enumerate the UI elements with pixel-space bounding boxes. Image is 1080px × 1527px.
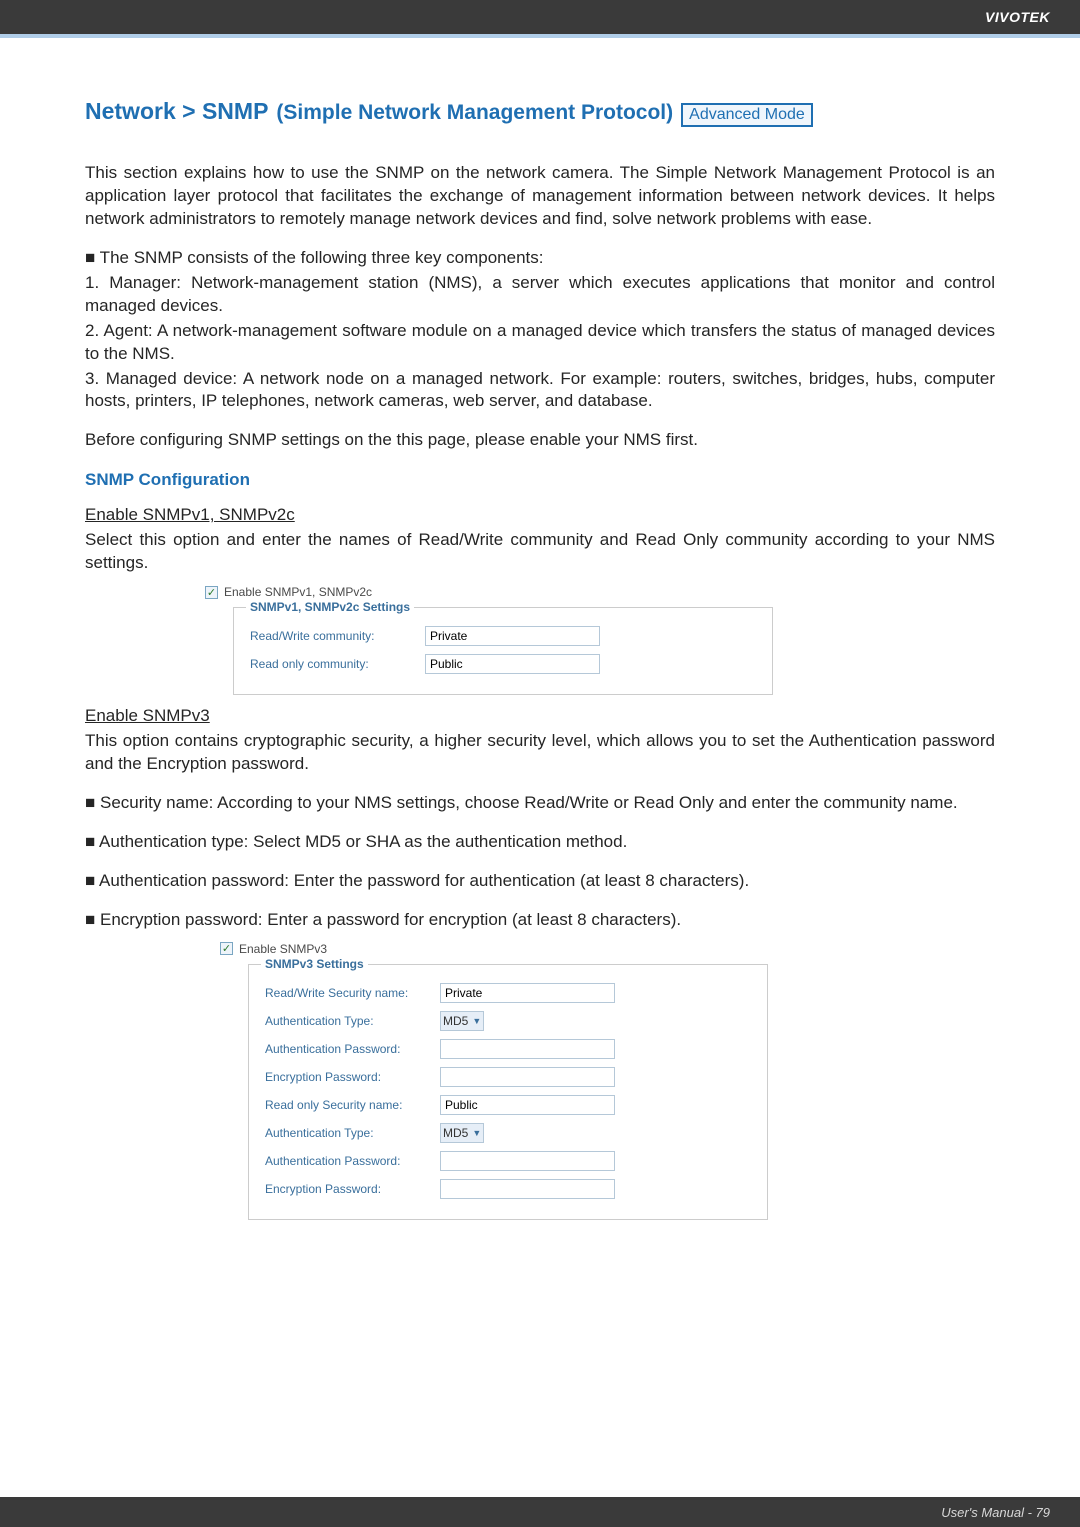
snmp-v3-panel: ✓ Enable SNMPv3 SNMPv3 Settings Read/Wri…	[220, 942, 995, 1220]
ro-security-name-label: Read only Security name:	[265, 1098, 430, 1112]
v3-fieldset: SNMPv3 Settings Read/Write Security name…	[248, 964, 768, 1220]
auth-password-label-2: Authentication Password:	[265, 1154, 430, 1168]
component-item-3: 3. Managed device: A network node on a m…	[85, 368, 995, 414]
enc-password-row-1: Encryption Password:	[265, 1067, 751, 1087]
auth-password-row-1: Authentication Password:	[265, 1039, 751, 1059]
v1v2c-fieldset: SNMPv1, SNMPv2c Settings Read/Write comm…	[233, 607, 773, 695]
chevron-down-icon: ▼	[472, 1128, 481, 1138]
ro-security-name-row: Read only Security name:	[265, 1095, 751, 1115]
v3-bullet-enc-password: ■ Encryption password: Enter a password …	[85, 909, 995, 932]
checkbox-checked-icon[interactable]: ✓	[205, 586, 218, 599]
footer-page-label: User's Manual - 79	[941, 1505, 1050, 1520]
v3-bullet-auth-password: ■ Authentication password: Enter the pas…	[85, 870, 995, 893]
ro-community-label: Read only community:	[250, 657, 415, 671]
auth-type-label-2: Authentication Type:	[265, 1126, 430, 1140]
enable-v1v2c-desc: Select this option and enter the names o…	[85, 529, 995, 575]
enable-v3-heading: Enable SNMPv3	[85, 705, 995, 728]
enc-password-input-1[interactable]	[440, 1067, 615, 1087]
enable-v3-checkbox-row[interactable]: ✓ Enable SNMPv3	[220, 942, 995, 956]
page-title-sub: (Simple Network Management Protocol)	[276, 101, 673, 125]
auth-type-value-2: MD5	[443, 1126, 468, 1140]
auth-type-row-1: Authentication Type: MD5 ▼	[265, 1011, 751, 1031]
component-item-2: 2. Agent: A network-management software …	[85, 320, 995, 366]
auth-password-input-2[interactable]	[440, 1151, 615, 1171]
ro-security-name-input[interactable]	[440, 1095, 615, 1115]
advanced-mode-badge: Advanced Mode	[681, 103, 813, 127]
rw-community-row: Read/Write community:	[250, 626, 756, 646]
rw-security-name-row: Read/Write Security name:	[265, 983, 751, 1003]
page-title-row: Network > SNMP (Simple Network Managemen…	[85, 98, 995, 127]
rw-community-input[interactable]	[425, 626, 600, 646]
page-content: Network > SNMP (Simple Network Managemen…	[0, 38, 1080, 1220]
header-bar: VIVOTEK	[0, 0, 1080, 34]
ro-community-input[interactable]	[425, 654, 600, 674]
auth-type-select-2[interactable]: MD5 ▼	[440, 1123, 484, 1143]
intro-paragraph: This section explains how to use the SNM…	[85, 162, 995, 231]
footer-bar: User's Manual - 79	[0, 1497, 1080, 1527]
snmp-v1v2c-panel: ✓ Enable SNMPv1, SNMPv2c SNMPv1, SNMPv2c…	[205, 585, 995, 695]
enc-password-row-2: Encryption Password:	[265, 1179, 751, 1199]
snmp-config-heading: SNMP Configuration	[85, 470, 995, 490]
auth-type-select-1[interactable]: MD5 ▼	[440, 1011, 484, 1031]
components-lead: ■ The SNMP consists of the following thr…	[85, 247, 995, 270]
checkbox-checked-icon[interactable]: ✓	[220, 942, 233, 955]
v3-bullet-auth-type: ■ Authentication type: Select MD5 or SHA…	[85, 831, 995, 854]
enc-password-input-2[interactable]	[440, 1179, 615, 1199]
rw-community-label: Read/Write community:	[250, 629, 415, 643]
enable-v1v2c-checkbox-row[interactable]: ✓ Enable SNMPv1, SNMPv2c	[205, 585, 995, 599]
component-item-1: 1. Manager: Network-management station (…	[85, 272, 995, 318]
auth-password-label-1: Authentication Password:	[265, 1042, 430, 1056]
before-note: Before configuring SNMP settings on the …	[85, 429, 995, 452]
enable-v3-desc: This option contains cryptographic secur…	[85, 730, 995, 776]
auth-password-input-1[interactable]	[440, 1039, 615, 1059]
v3-legend: SNMPv3 Settings	[261, 957, 368, 971]
enable-v3-checkbox-label: Enable SNMPv3	[239, 942, 327, 956]
rw-security-name-label: Read/Write Security name:	[265, 986, 430, 1000]
v3-bullet-security-name: ■ Security name: According to your NMS s…	[85, 792, 995, 815]
brand-label: VIVOTEK	[985, 9, 1050, 25]
v1v2c-legend: SNMPv1, SNMPv2c Settings	[246, 600, 414, 614]
chevron-down-icon: ▼	[472, 1016, 481, 1026]
page-title-main: Network > SNMP	[85, 98, 268, 125]
auth-type-row-2: Authentication Type: MD5 ▼	[265, 1123, 751, 1143]
enable-v1v2c-heading: Enable SNMPv1, SNMPv2c	[85, 504, 995, 527]
auth-password-row-2: Authentication Password:	[265, 1151, 751, 1171]
enc-password-label-2: Encryption Password:	[265, 1182, 430, 1196]
enable-v1v2c-checkbox-label: Enable SNMPv1, SNMPv2c	[224, 585, 372, 599]
auth-type-label-1: Authentication Type:	[265, 1014, 430, 1028]
auth-type-value-1: MD5	[443, 1014, 468, 1028]
ro-community-row: Read only community:	[250, 654, 756, 674]
rw-security-name-input[interactable]	[440, 983, 615, 1003]
enc-password-label-1: Encryption Password:	[265, 1070, 430, 1084]
